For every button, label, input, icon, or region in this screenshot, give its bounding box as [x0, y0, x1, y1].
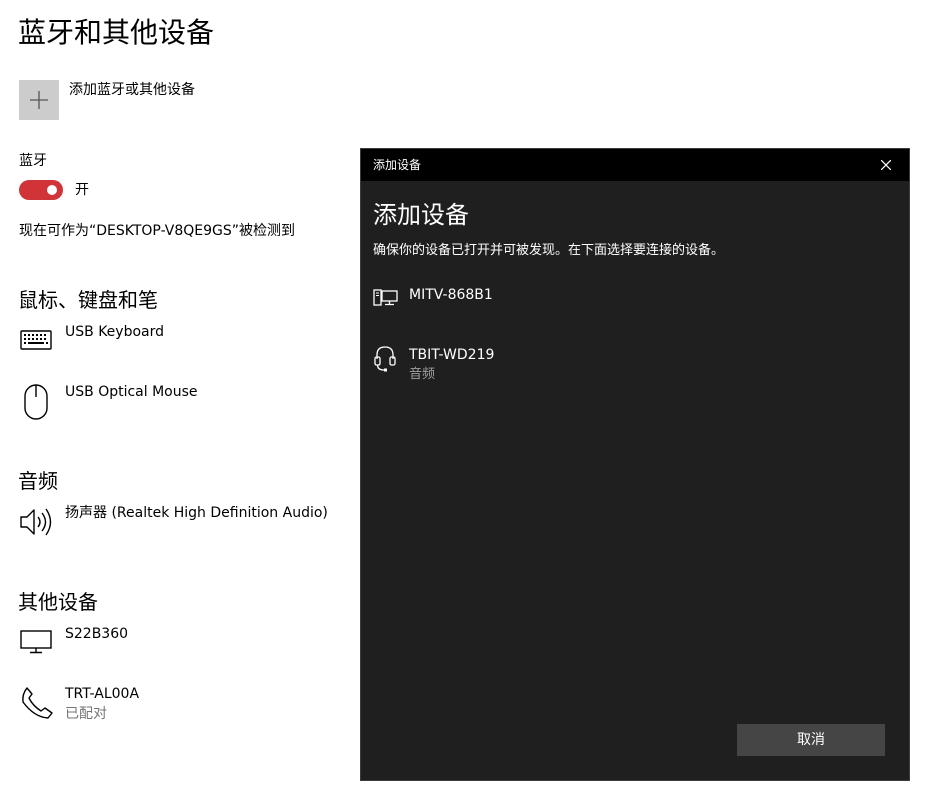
dialog-device-name: MITV-868B1 [409, 287, 493, 303]
add-device-button[interactable] [19, 80, 59, 120]
toggle-knob [47, 185, 57, 195]
bluetooth-label: 蓝牙 [19, 153, 47, 169]
headset-icon [374, 346, 396, 372]
device-name: USB Optical Mouse [65, 384, 198, 400]
speaker-icon [20, 508, 52, 536]
bluetooth-toggle[interactable] [19, 180, 63, 200]
device-item-keyboard[interactable]: USB Keyboard [19, 322, 339, 362]
dialog-device-icon-wrap [373, 285, 399, 315]
device-status: 已配对 [65, 706, 107, 722]
phone-icon [22, 687, 53, 719]
device-name: TRT-AL00A [65, 686, 140, 702]
mouse-icon [24, 384, 48, 420]
monitor-icon [20, 630, 52, 654]
device-item-monitor[interactable]: S22B360 [19, 624, 339, 664]
section-title-audio: 音频 [18, 469, 58, 493]
section-title-input: 鼠标、键盘和笔 [18, 288, 158, 312]
dialog-device-icon-wrap [373, 345, 399, 377]
device-item-speaker[interactable]: 扬声器 (Realtek High Definition Audio) [19, 503, 349, 543]
dialog-description: 确保你的设备已打开并可被发现。在下面选择要连接的设备。 [373, 243, 725, 258]
add-device-dialog: 添加设备 添加设备 确保你的设备已打开并可被发现。在下面选择要连接的设备。 MI… [360, 148, 910, 781]
dialog-device-item[interactable]: MITV-868B1 [361, 285, 909, 337]
dialog-titlebar[interactable]: 添加设备 [361, 149, 909, 181]
dialog-device-name: TBIT-WD219 [409, 347, 495, 363]
device-item-phone[interactable]: TRT-AL00A 已配对 [19, 684, 339, 726]
section-title-other: 其他设备 [18, 590, 98, 614]
device-name: S22B360 [65, 626, 129, 642]
page-title: 蓝牙和其他设备 [18, 16, 215, 49]
plus-icon [30, 91, 48, 109]
add-device-label[interactable]: 添加蓝牙或其他设备 [69, 80, 195, 100]
dialog-close-button[interactable] [863, 149, 909, 181]
keyboard-icon [20, 330, 52, 350]
cancel-button[interactable]: 取消 [737, 724, 885, 756]
dialog-heading: 添加设备 [373, 201, 469, 229]
dialog-device-item[interactable]: TBIT-WD219 音频 [361, 345, 909, 397]
device-name: 扬声器 (Realtek High Definition Audio) [65, 505, 328, 521]
computer-icon [373, 289, 398, 306]
bluetooth-toggle-state: 开 [75, 182, 89, 198]
dialog-device-type: 音频 [409, 367, 436, 382]
device-item-mouse[interactable]: USB Optical Mouse [19, 382, 339, 422]
device-name: USB Keyboard [65, 324, 164, 340]
close-icon [881, 160, 891, 170]
discoverable-text: 现在可作为“DESKTOP-V8QE9GS”被检测到 [19, 223, 296, 239]
dialog-window-title: 添加设备 [373, 158, 422, 172]
